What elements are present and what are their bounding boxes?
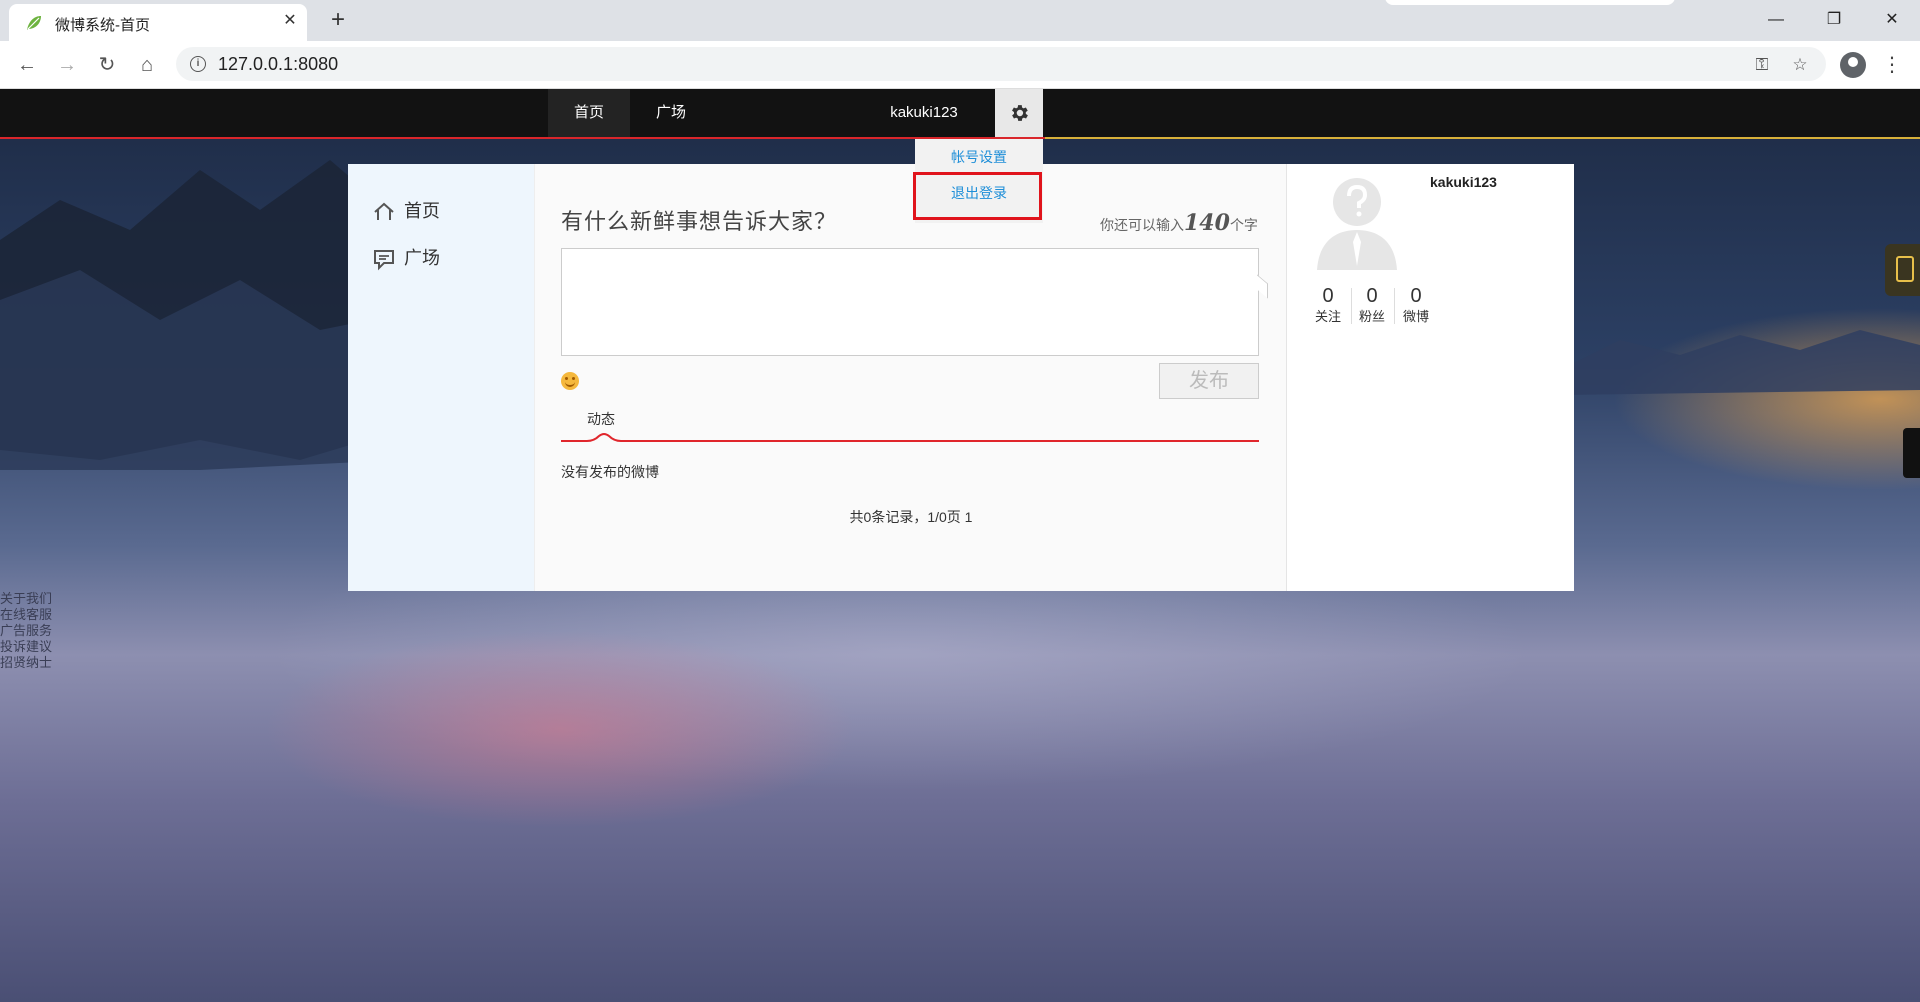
- nav-username[interactable]: kakuki123: [880, 89, 968, 137]
- stat-label: 粉丝: [1358, 309, 1385, 324]
- stat-value: 0: [1410, 285, 1422, 307]
- profile-pill: [1385, 0, 1675, 5]
- stat-followers[interactable]: 0 粉丝: [1351, 284, 1393, 326]
- logout-highlight-box: [913, 172, 1042, 220]
- avatar: [1317, 178, 1397, 270]
- close-window-button[interactable]: ✕: [1874, 6, 1910, 34]
- footer-link[interactable]: 广告服务: [0, 623, 52, 639]
- char-count-hint: 你还可以输入140个字: [1100, 210, 1258, 236]
- gear-icon: [1012, 105, 1028, 121]
- site-navbar: 首页 广场 kakuki123: [0, 89, 1920, 139]
- browser-tab[interactable]: 微博系统-首页 ✕: [9, 4, 307, 41]
- side-float-widget[interactable]: [1885, 244, 1920, 296]
- sidebar-item-square[interactable]: 广场: [372, 244, 440, 272]
- bookmark-star-icon[interactable]: ☆: [1790, 55, 1810, 75]
- browser-menu-icon[interactable]: ⋮: [1882, 51, 1902, 79]
- tab-dynamics[interactable]: 动态: [587, 409, 615, 429]
- emoji-icon[interactable]: [561, 372, 579, 390]
- sidebar-item-label: 广场: [404, 248, 440, 268]
- stat-value: 0: [1322, 285, 1334, 307]
- post-textarea[interactable]: [561, 248, 1259, 356]
- browser-tab-strip: 微博系统-首页 ✕ + — ❐ ✕: [0, 0, 1920, 41]
- stat-label: 微博: [1402, 309, 1429, 324]
- char-count: 140: [1184, 210, 1230, 236]
- profile-avatar-icon[interactable]: [1840, 52, 1866, 78]
- pagination: 共0条记录，1/0页 1: [849, 509, 973, 525]
- info-icon[interactable]: i: [190, 56, 206, 72]
- sidebar-item-label: 首页: [404, 201, 440, 221]
- new-tab-button[interactable]: +: [325, 8, 351, 34]
- key-icon[interactable]: ⚿: [1752, 55, 1772, 75]
- tab-close-icon[interactable]: ✕: [279, 10, 301, 32]
- address-bar[interactable]: i 127.0.0.1:8080 ⚿ ☆: [176, 47, 1826, 81]
- back-button[interactable]: ←: [13, 51, 41, 79]
- hint-prefix: 你还可以输入: [1100, 217, 1184, 233]
- stat-value: 0: [1366, 285, 1378, 307]
- stat-posts[interactable]: 0 微博: [1395, 284, 1437, 326]
- reload-button[interactable]: ↻: [93, 51, 121, 79]
- empty-feed-text: 没有发布的微博: [561, 464, 659, 480]
- stat-label: 关注: [1314, 309, 1341, 324]
- stat-following[interactable]: 0 关注: [1307, 284, 1349, 326]
- leaf-icon: [27, 16, 41, 30]
- url-text[interactable]: 127.0.0.1:8080: [218, 54, 338, 75]
- settings-gear-button[interactable]: [995, 89, 1043, 137]
- chat-icon: [374, 250, 394, 271]
- sidebar-item-home[interactable]: 首页: [372, 197, 440, 225]
- left-sidebar: 首页 广场: [348, 164, 534, 591]
- feed-column: 有什么新鲜事想告诉大家？ 你还可以输入140个字 发布 动态 没有发布的微博 共…: [534, 164, 1287, 591]
- forward-button[interactable]: →: [53, 51, 81, 79]
- profile-column: kakuki123 0 关注 0 粉丝 0 微博: [1286, 164, 1574, 591]
- main-panel: 首页 广场 有什么新鲜事想告诉大家？ 你还可以输入140个字 发布 动态 没有发…: [348, 164, 1574, 591]
- tab-title: 微博系统-首页: [55, 17, 150, 34]
- tab-underline: [561, 433, 1259, 442]
- nav-accent-line: [1045, 137, 1920, 139]
- footer-links: 关于我们 在线客服 广告服务 投诉建议 招贤纳士: [0, 591, 52, 671]
- browser-toolbar: ← → ↻ ⌂ i 127.0.0.1:8080 ⚿ ☆ ⋮: [0, 41, 1920, 89]
- side-scroll-widget[interactable]: [1903, 428, 1920, 478]
- footer-link[interactable]: 招贤纳士: [0, 655, 52, 671]
- nav-square-link[interactable]: 广场: [640, 89, 702, 137]
- home-icon: [374, 202, 394, 221]
- composer-title: 有什么新鲜事想告诉大家？: [561, 210, 838, 235]
- profile-name[interactable]: kakuki123: [1430, 174, 1497, 190]
- footer-link[interactable]: 在线客服: [0, 607, 52, 623]
- account-settings-link[interactable]: 帐号设置: [915, 139, 1043, 175]
- home-button[interactable]: ⌂: [133, 51, 161, 79]
- nav-home-link[interactable]: 首页: [548, 89, 630, 137]
- hint-suffix: 个字: [1229, 217, 1258, 233]
- footer-link[interactable]: 投诉建议: [0, 639, 52, 655]
- publish-button[interactable]: 发布: [1159, 363, 1259, 399]
- footer-link[interactable]: 关于我们: [0, 591, 52, 607]
- minimize-button[interactable]: —: [1758, 6, 1794, 34]
- restore-button[interactable]: ❐: [1816, 6, 1852, 34]
